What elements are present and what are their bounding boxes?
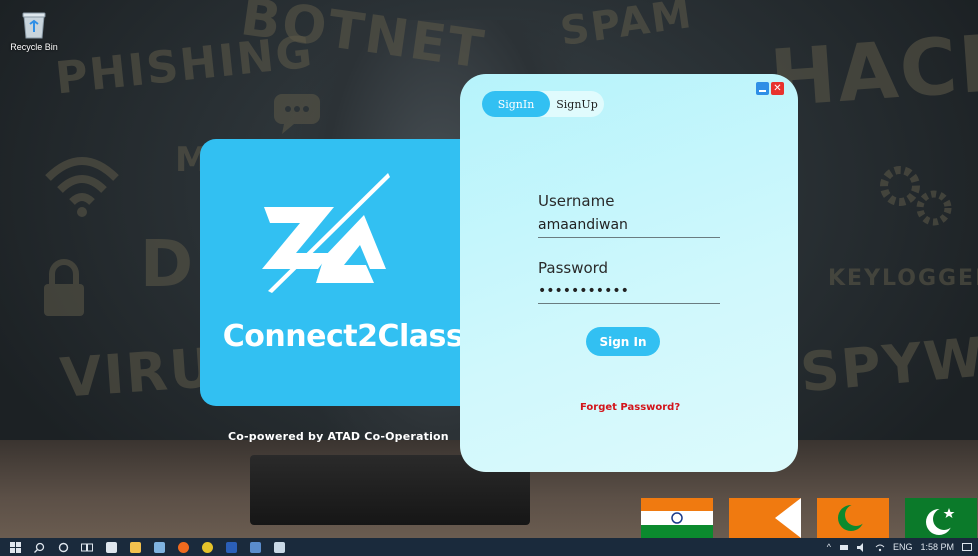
flag-pakistan: [905, 498, 977, 538]
clock[interactable]: 1:58 PM: [920, 542, 954, 552]
connect2class-taskbar-icon: [273, 541, 285, 553]
pakistan-flag-icon: [926, 508, 955, 535]
notifications-icon[interactable]: [962, 542, 972, 552]
system-tray: ^ ENG 1:58 PM: [827, 538, 972, 556]
taskbar-app-file-explorer[interactable]: [126, 538, 144, 556]
volume-icon[interactable]: [856, 542, 867, 552]
chevron-up-icon[interactable]: ^: [827, 542, 831, 552]
app-cube-icon: [249, 541, 261, 553]
paint-icon: [153, 541, 165, 553]
recycle-bin-label: Recycle Bin: [10, 42, 58, 52]
bg-word-hacker: HACKER: [767, 9, 978, 125]
signin-button[interactable]: Sign In: [586, 327, 660, 356]
cortana-button[interactable]: [54, 538, 72, 556]
taskbar: ^ ENG 1:58 PM: [0, 538, 978, 556]
taskbar-app-connect2class[interactable]: [270, 538, 288, 556]
search-button[interactable]: [30, 538, 48, 556]
firefox-icon: [177, 541, 189, 553]
lock-icon: [44, 259, 84, 316]
close-button[interactable]: ✕: [771, 82, 784, 95]
bg-word-spam: SPAM: [557, 0, 696, 56]
username-field[interactable]: [538, 214, 720, 238]
white-chevron-icon: [775, 498, 801, 538]
search-icon: [33, 542, 44, 553]
window-controls: ✕: [756, 82, 784, 95]
flag-orange-chevron: [729, 498, 801, 538]
taskbar-app-dictionary[interactable]: [102, 538, 120, 556]
copowered-caption: Co-powered by ATAD Co-Operation: [228, 430, 449, 443]
windows-icon: [9, 541, 21, 553]
folder-icon: [129, 541, 141, 553]
start-button[interactable]: [6, 538, 24, 556]
word-icon: [225, 541, 237, 553]
auth-tabs: SignIn SignUp: [482, 91, 604, 117]
tab-signin[interactable]: SignIn: [482, 91, 550, 117]
taskbar-app-word[interactable]: [222, 538, 240, 556]
dictionary-app-icon: [105, 541, 117, 553]
bg-word-spyware: SPYWARE: [797, 314, 978, 405]
forget-password-link[interactable]: Forget Password?: [580, 402, 680, 413]
taskbar-app-chrome[interactable]: [198, 538, 216, 556]
recycle-bin-icon: [22, 12, 46, 39]
close-icon: ✕: [773, 82, 782, 94]
chrome-icon: [201, 541, 213, 553]
password-field[interactable]: [538, 280, 720, 304]
green-crescent-icon: [838, 504, 867, 531]
flag-india: [641, 498, 713, 538]
recycle-bin[interactable]: Recycle Bin: [8, 10, 60, 52]
network-icon[interactable]: [839, 543, 849, 551]
tab-signup[interactable]: SignUp: [550, 91, 604, 117]
india-flag-icon: [641, 498, 713, 538]
task-view-button[interactable]: [78, 538, 96, 556]
minimize-button[interactable]: [756, 82, 769, 95]
wifi-tray-icon[interactable]: [875, 543, 885, 552]
brand-panel: Connect2Class: [200, 139, 482, 406]
bg-word-keylogger: KEYLOGGER: [828, 266, 978, 291]
taskbar-app-paint[interactable]: [150, 538, 168, 556]
login-card: ✕ SignIn SignUp Username Password Sign I…: [460, 74, 798, 472]
gears-icon: [880, 166, 952, 226]
minimize-icon: [759, 90, 766, 92]
task-view-icon: [81, 543, 93, 551]
cortana-icon: [58, 542, 68, 552]
flag-green-crescent: [817, 498, 889, 538]
connect2class-logo-icon: [262, 173, 390, 293]
brand-title: Connect2Class: [222, 319, 464, 354]
taskbar-app-generic[interactable]: [246, 538, 264, 556]
wifi-icon: [45, 157, 119, 217]
language-indicator[interactable]: ENG: [893, 542, 913, 552]
chat-bubble-icon: [274, 94, 320, 134]
password-label: Password: [538, 259, 609, 277]
taskbar-app-firefox[interactable]: [174, 538, 192, 556]
username-label: Username: [538, 192, 615, 210]
